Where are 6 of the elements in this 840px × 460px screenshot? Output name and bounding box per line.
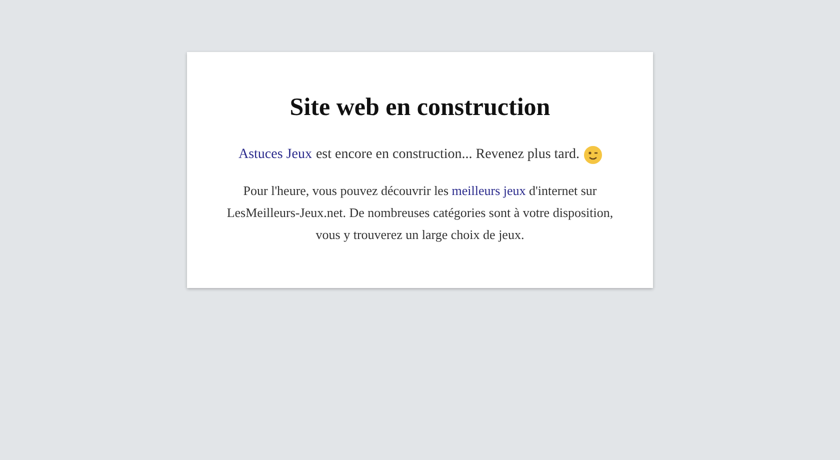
site-link[interactable]: Astuces Jeux: [238, 144, 312, 166]
info-paragraph: Pour l'heure, vous pouvez découvrir les meilleurs jeux d'internet sur LesMeilleurs-Jeux.net. De nombreuses catégories sont à votre disposition, vous y trouverez un large choix de jeux.: [226, 182, 614, 244]
games-link[interactable]: meilleurs jeux: [452, 183, 526, 198]
page-title: Site web en construction: [290, 94, 550, 122]
intro-text: est encore en construction... Revenez plus tard.: [316, 146, 580, 164]
winking-smiley-icon: [584, 146, 602, 164]
